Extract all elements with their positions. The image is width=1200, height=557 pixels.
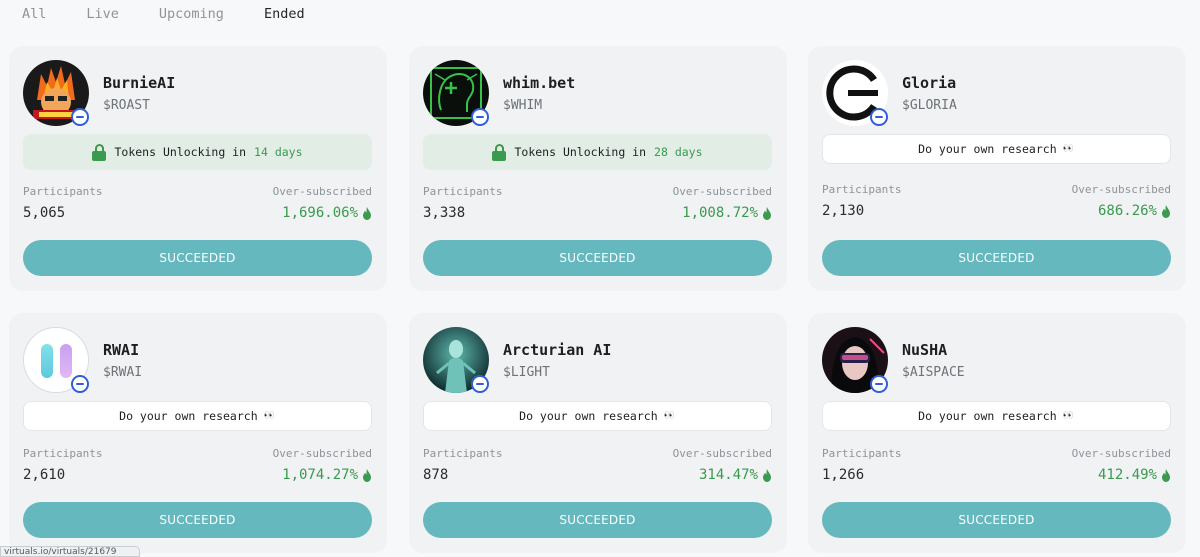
participants-value: 3,338	[423, 205, 466, 221]
dyor-banner: Do your own research 👀	[423, 401, 772, 431]
agent-name: BurnieAI	[103, 74, 176, 92]
whim-avatar	[423, 60, 489, 126]
over-subscribed-percent: 412.49%	[1097, 467, 1157, 483]
agent-name: RWAI	[103, 341, 140, 359]
unlock-label: Tokens Unlocking in	[514, 145, 647, 159]
participants-value: 1,266	[822, 467, 865, 483]
launch-card-burnieai[interactable]: BurnieAI $ROAST Tokens Unlocking in 14 d…	[9, 46, 387, 291]
succeeded-button[interactable]: SUCCEEDED	[822, 240, 1171, 276]
over-subscribed-label: Over-subscribed	[1071, 183, 1171, 196]
agent-ticker: $ROAST	[103, 98, 150, 113]
lock-icon	[492, 143, 507, 161]
agent-ticker: $LIGHT	[503, 365, 550, 380]
dyor-banner: Do your own research 👀	[822, 401, 1171, 431]
flame-icon	[363, 468, 371, 482]
over-subscribed-label: Over-subscribed	[672, 447, 772, 460]
status-bar-url: virtuals.io/virtuals/21679	[0, 546, 140, 557]
unlock-label: Tokens Unlocking in	[114, 145, 247, 159]
over-subscribed-percent: 314.47%	[698, 467, 758, 483]
burnie-avatar	[23, 60, 89, 126]
gloria-avatar	[822, 60, 888, 126]
tab-upcoming[interactable]: Upcoming	[159, 6, 224, 22]
over-subscribed-percent: 1,008.72%	[682, 205, 758, 221]
agent-ticker: $GLORIA	[902, 98, 957, 113]
dyor-banner: Do your own research 👀	[23, 401, 372, 431]
flame-icon	[763, 468, 771, 482]
flame-icon	[1162, 204, 1170, 218]
chain-badge-icon	[71, 108, 89, 126]
tab-all[interactable]: All	[22, 6, 46, 22]
dyor-text: Do your own research	[918, 409, 1057, 423]
agent-ticker: $AISPACE	[902, 365, 965, 380]
nusha-avatar	[822, 327, 888, 393]
participants-label: Participants	[822, 447, 902, 460]
dyor-text: Do your own research	[918, 142, 1057, 156]
dyor-banner: Do your own research 👀	[822, 134, 1171, 164]
chain-badge-icon	[471, 375, 489, 393]
tab-ended[interactable]: Ended	[264, 6, 305, 22]
launch-card-arcturian[interactable]: Arcturian AI $LIGHT Do your own research…	[409, 313, 787, 553]
over-subscribed-value: 1,696.06%	[282, 205, 372, 221]
succeeded-button[interactable]: SUCCEEDED	[423, 502, 772, 538]
eyes-icon: 👀	[263, 411, 276, 421]
over-subscribed-percent: 1,074.27%	[282, 467, 358, 483]
launch-card-whimbet[interactable]: whim.bet $WHIM Tokens Unlocking in 28 da…	[409, 46, 787, 291]
over-subscribed-value: 1,008.72%	[682, 205, 772, 221]
flame-icon	[363, 206, 371, 220]
chain-badge-icon	[870, 108, 888, 126]
agent-name: whim.bet	[503, 74, 576, 92]
participants-label: Participants	[423, 447, 503, 460]
participants-label: Participants	[423, 185, 503, 198]
participants-value: 2,610	[23, 467, 66, 483]
unlock-banner: Tokens Unlocking in 28 days	[423, 134, 772, 170]
participants-label: Participants	[23, 185, 103, 198]
participants-label: Participants	[23, 447, 103, 460]
over-subscribed-value: 1,074.27%	[282, 467, 372, 483]
launch-card-nusha[interactable]: NuSHA $AISPACE Do your own research 👀 Pa…	[808, 313, 1186, 553]
succeeded-button[interactable]: SUCCEEDED	[822, 502, 1171, 538]
over-subscribed-value: 314.47%	[699, 467, 772, 483]
agent-name: Arcturian AI	[503, 341, 612, 359]
over-subscribed-label: Over-subscribed	[672, 185, 772, 198]
participants-value: 5,065	[23, 205, 66, 221]
dyor-text: Do your own research	[119, 409, 258, 423]
agent-name: Gloria	[902, 74, 957, 92]
unlock-days: 14 days	[254, 145, 303, 159]
filter-tabs: All Live Upcoming Ended	[22, 6, 345, 22]
launch-card-gloria[interactable]: Gloria $GLORIA Do your own research 👀 Pa…	[808, 46, 1186, 291]
tab-live[interactable]: Live	[86, 6, 119, 22]
launch-card-rwai[interactable]: RWAI $RWAI Do your own research 👀 Partic…	[9, 313, 387, 553]
succeeded-button[interactable]: SUCCEEDED	[23, 502, 372, 538]
agent-ticker: $RWAI	[103, 365, 143, 380]
unlock-days: 28 days	[654, 145, 703, 159]
over-subscribed-value: 686.26%	[1098, 203, 1171, 219]
participants-value: 2,130	[822, 203, 865, 219]
over-subscribed-label: Over-subscribed	[1071, 447, 1171, 460]
unlock-banner: Tokens Unlocking in 14 days	[23, 134, 372, 170]
chain-badge-icon	[71, 375, 89, 393]
participants-label: Participants	[822, 183, 902, 196]
flame-icon	[763, 206, 771, 220]
succeeded-button[interactable]: SUCCEEDED	[423, 240, 772, 276]
agent-ticker: $WHIM	[503, 98, 543, 113]
over-subscribed-label: Over-subscribed	[272, 185, 372, 198]
over-subscribed-value: 412.49%	[1098, 467, 1171, 483]
dyor-text: Do your own research	[519, 409, 658, 423]
chain-badge-icon	[471, 108, 489, 126]
eyes-icon: 👀	[663, 411, 676, 421]
succeeded-button[interactable]: SUCCEEDED	[23, 240, 372, 276]
chain-badge-icon	[870, 375, 888, 393]
arcturian-avatar	[423, 327, 489, 393]
rwai-avatar	[23, 327, 89, 393]
over-subscribed-label: Over-subscribed	[272, 447, 372, 460]
eyes-icon: 👀	[1062, 144, 1075, 154]
lock-icon	[92, 143, 107, 161]
over-subscribed-percent: 686.26%	[1097, 203, 1157, 219]
participants-value: 878	[423, 467, 449, 483]
flame-icon	[1162, 468, 1170, 482]
eyes-icon: 👀	[1062, 411, 1075, 421]
over-subscribed-percent: 1,696.06%	[282, 205, 358, 221]
agent-name: NuSHA	[902, 341, 948, 359]
